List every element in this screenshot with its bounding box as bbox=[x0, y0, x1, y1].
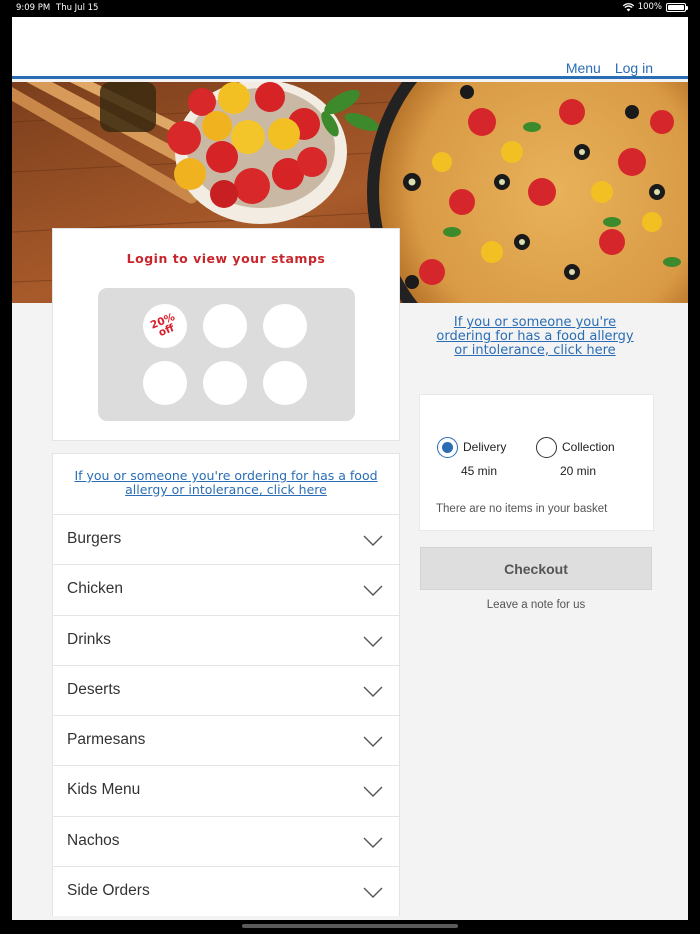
status-right: 100% bbox=[622, 2, 688, 12]
app-screen: Menu Log in Login to view your stamps 20… bbox=[12, 17, 688, 920]
menu-category-label: Deserts bbox=[67, 680, 121, 698]
promo-text: 20% off bbox=[149, 311, 181, 340]
chevron-down-icon bbox=[363, 636, 383, 647]
battery-percent: 100% bbox=[637, 2, 662, 12]
menu-category-chicken[interactable]: Chicken bbox=[52, 564, 400, 615]
top-header: Menu Log in bbox=[12, 17, 688, 79]
delivery-label: Delivery bbox=[463, 440, 507, 454]
stamp-slot bbox=[203, 304, 247, 348]
menu-category-parmesans[interactable]: Parmesans bbox=[52, 715, 400, 766]
chevron-down-icon bbox=[363, 736, 383, 748]
stamp-slot bbox=[263, 361, 307, 405]
menu-category-label: Nachos bbox=[67, 831, 120, 849]
chevron-down-icon bbox=[363, 887, 383, 899]
delivery-time: 45 min bbox=[461, 464, 498, 478]
nav-login-link[interactable]: Log in bbox=[615, 60, 653, 76]
menu-category-label: Parmesans bbox=[67, 731, 146, 749]
chevron-down-icon bbox=[363, 585, 383, 597]
delivery-radio[interactable] bbox=[437, 437, 458, 458]
menu-category-label: Side Orders bbox=[67, 882, 150, 900]
allergy-link[interactable]: If you or someone you're ordering for ha… bbox=[71, 469, 381, 497]
stamp-slot bbox=[143, 361, 187, 405]
allergy-link-right[interactable]: If you or someone you're ordering for ha… bbox=[432, 316, 638, 358]
menu-category-label: Burgers bbox=[67, 530, 122, 547]
menu-category-label: Kids Menu bbox=[67, 781, 141, 799]
wifi-icon bbox=[622, 2, 634, 11]
status-bar: 9:09 PM Thu Jul 15 100% bbox=[0, 0, 700, 17]
menu-category-label: Chicken bbox=[67, 580, 123, 598]
menu-category-burgers[interactable]: Burgers bbox=[52, 514, 400, 565]
chevron-down-icon bbox=[363, 686, 383, 697]
home-indicator bbox=[242, 924, 458, 928]
menu-category-kids-menu[interactable]: Kids Menu bbox=[52, 765, 400, 816]
stamp-slot bbox=[203, 361, 247, 405]
stamp-card: Login to view your stamps 20% off bbox=[52, 228, 400, 441]
nav-menu-link[interactable]: Menu bbox=[566, 60, 601, 76]
allergy-notice-right: If you or someone you're ordering for ha… bbox=[432, 316, 638, 358]
status-date: Thu Jul 15 bbox=[56, 3, 99, 13]
collection-label: Collection bbox=[562, 440, 615, 454]
menu-category-label: Drinks bbox=[67, 630, 111, 648]
stamp-card-title[interactable]: Login to view your stamps bbox=[53, 251, 399, 266]
menu-category-nachos[interactable]: Nachos bbox=[52, 815, 400, 867]
chevron-down-icon bbox=[363, 837, 383, 848]
top-nav: Menu Log in bbox=[566, 60, 653, 76]
menu-category-list: Burgers Chicken Drinks Deserts Parmesans… bbox=[52, 514, 400, 917]
chevron-down-icon bbox=[363, 535, 383, 546]
stamp-grid: 20% off bbox=[98, 288, 355, 421]
status-time: 9:09 PM bbox=[16, 3, 51, 13]
collection-time: 20 min bbox=[560, 464, 597, 478]
stamp-promo-badge: 20% off bbox=[143, 304, 187, 348]
basket-empty-text: There are no items in your basket bbox=[436, 503, 608, 515]
leave-note-link[interactable]: Leave a note for us bbox=[420, 599, 652, 611]
menu-category-side-orders[interactable]: Side Orders bbox=[52, 866, 400, 917]
menu-category-drinks[interactable]: Drinks bbox=[52, 614, 400, 665]
battery-icon bbox=[666, 2, 688, 12]
basket-panel: Delivery 45 min Collection 20 min There … bbox=[419, 394, 654, 531]
allergy-notice-box: If you or someone you're ordering for ha… bbox=[52, 453, 400, 514]
chevron-down-icon bbox=[363, 786, 383, 798]
collection-radio[interactable] bbox=[536, 437, 557, 458]
stamp-slot bbox=[263, 304, 307, 348]
checkout-button[interactable]: Checkout bbox=[420, 547, 652, 590]
menu-category-deserts[interactable]: Deserts bbox=[52, 664, 400, 716]
